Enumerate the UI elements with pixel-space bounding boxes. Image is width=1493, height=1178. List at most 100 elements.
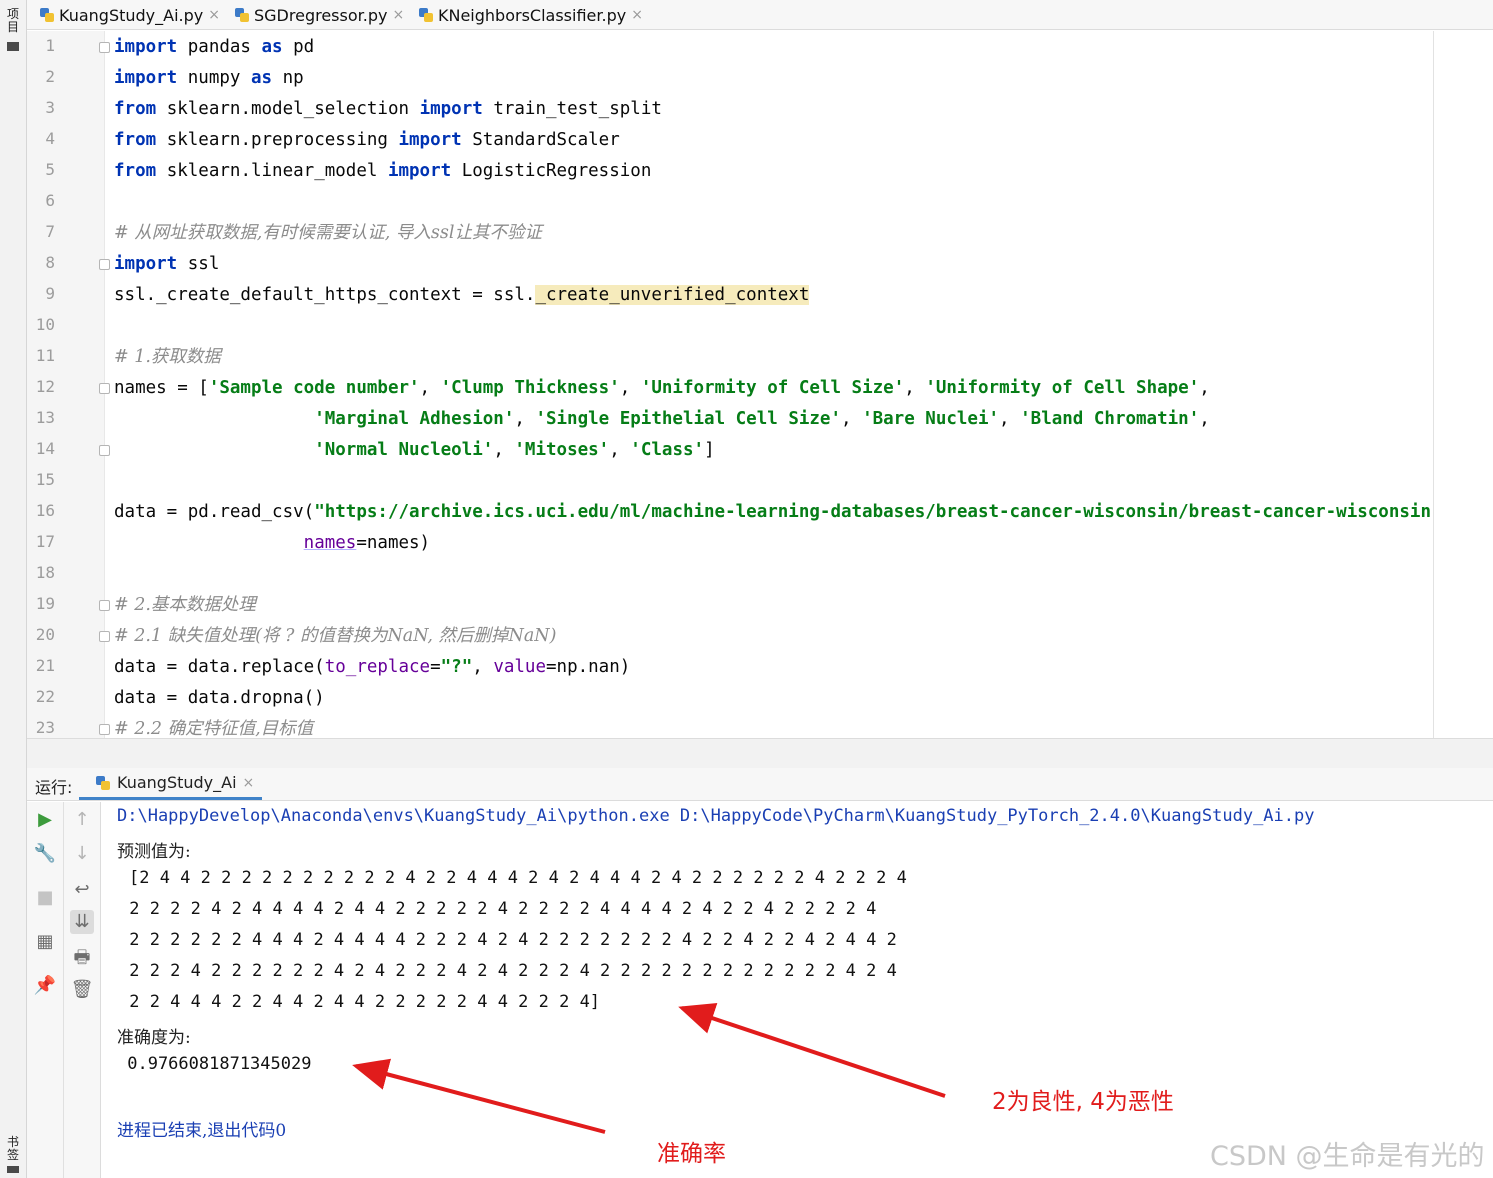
- run-label: 运行:: [35, 778, 73, 797]
- pin-icon[interactable]: 📌: [33, 974, 57, 998]
- right-margin-guide: [1433, 31, 1434, 738]
- code-line[interactable]: import numpy as np: [114, 67, 304, 89]
- code-comment[interactable]: # 2.1 缺失值处理(将 ? 的值替换为NaN, 然后删掉NaN): [114, 625, 556, 647]
- run-toolbar-primary: ▶ 🔧 ■ ▦ 📌: [27, 802, 64, 1178]
- code-comment[interactable]: # 1.获取数据: [114, 346, 221, 368]
- soft-wrap-icon[interactable]: ↩: [70, 878, 94, 902]
- code-line[interactable]: from sklearn.linear_model import Logisti…: [114, 160, 651, 182]
- string-literal: 'Uniformity of Cell Size': [640, 378, 905, 398]
- string-literal: 'Bland Chromatin': [1020, 409, 1200, 429]
- folder-icon[interactable]: [7, 42, 19, 51]
- code-text: numpy: [177, 68, 251, 88]
- trash-icon[interactable]: 🗑: [70, 978, 94, 1002]
- keyword: import: [114, 68, 178, 88]
- code-text: np: [272, 68, 304, 88]
- string-literal: "?": [440, 657, 473, 677]
- layout-icon[interactable]: ▦: [33, 930, 57, 954]
- close-icon[interactable]: ×: [392, 7, 404, 23]
- line-number-gutter: 1 2 3 4 5 6 7 8 9 10 11 12 13 14 15 16 1…: [27, 31, 110, 738]
- tab-sgdregressor[interactable]: SGDregressor.py ×: [234, 0, 404, 30]
- code-comment[interactable]: # 2.2 确定特征值,目标值: [114, 718, 313, 738]
- line-number: 1: [45, 36, 55, 55]
- tab-label: KuangStudy_Ai.py: [59, 5, 204, 25]
- close-icon[interactable]: ×: [208, 7, 220, 23]
- code-line[interactable]: 'Normal Nucleoli', 'Mitoses', 'Class']: [114, 439, 714, 461]
- fold-marker[interactable]: [99, 259, 110, 270]
- tab-kneighborsclassifier[interactable]: KNeighborsClassifier.py ×: [418, 0, 643, 30]
- highlighted-identifier: _create_unverified_context: [535, 285, 810, 305]
- code-text: ssl._create_default_https_context = ssl.: [114, 285, 536, 305]
- code-line[interactable]: import ssl: [114, 253, 219, 275]
- bookmarks-tool-label[interactable]: 书签: [5, 1136, 21, 1162]
- console-pred-row: 2 2 4 4 4 2 2 4 4 2 4 4 2 2 2 2 2 4 4 2 …: [119, 992, 601, 1012]
- console-pred-row: [2 4 4 2 2 2 2 2 2 2 2 2 2 4 2 2 4 4 4 2…: [129, 868, 907, 888]
- code-line[interactable]: names = ['Sample code number', 'Clump Th…: [114, 377, 1210, 399]
- line-number: 12: [35, 377, 55, 396]
- watermark: CSDN @生命是有光的: [1210, 1141, 1485, 1172]
- fold-marker[interactable]: [99, 631, 110, 642]
- code-text: sklearn.preprocessing: [156, 130, 399, 150]
- code-line[interactable]: from sklearn.model_selection import trai…: [114, 98, 662, 120]
- code-line[interactable]: import pandas as pd: [114, 36, 314, 58]
- line-number: 19: [35, 594, 55, 613]
- run-config-tab[interactable]: KuangStudy_Ai ×: [79, 768, 263, 800]
- close-icon[interactable]: ×: [631, 7, 643, 23]
- python-file-icon: [418, 7, 434, 23]
- code-text: pandas: [177, 37, 262, 57]
- string-literal: 'Marginal Adhesion': [314, 409, 515, 429]
- code-comment[interactable]: # 从网址获取数据,有时候需要认证, 导入ssl让其不验证: [114, 222, 542, 244]
- code-editor[interactable]: 1 2 3 4 5 6 7 8 9 10 11 12 13 14 15 16 1…: [27, 31, 1493, 738]
- keyword: from: [114, 99, 157, 119]
- code-line[interactable]: from sklearn.preprocessing import Standa…: [114, 129, 620, 151]
- fold-marker[interactable]: [99, 383, 110, 394]
- stop-icon[interactable]: ■: [33, 886, 57, 910]
- editor-tab-bar: KuangStudy_Ai.py × SGDregressor.py × KNe…: [27, 0, 1493, 30]
- code-text: pd: [282, 37, 315, 57]
- code-line[interactable]: ssl._create_default_https_context = ssl.…: [114, 284, 810, 306]
- fold-marker[interactable]: [99, 42, 110, 53]
- fold-marker[interactable]: [99, 445, 110, 456]
- code-line[interactable]: data = pd.read_csv("https://archive.ics.…: [114, 501, 1431, 523]
- fold-marker[interactable]: [99, 600, 110, 611]
- scroll-to-end-icon[interactable]: ⇊: [70, 910, 94, 934]
- string-literal: 'Class': [630, 440, 705, 460]
- print-icon[interactable]: 🖶: [70, 946, 94, 970]
- keyword: import: [114, 254, 178, 274]
- code-line[interactable]: data = data.replace(to_replace="?", valu…: [114, 656, 630, 678]
- project-tool-label[interactable]: 项目: [5, 8, 21, 34]
- close-icon[interactable]: ×: [243, 775, 255, 791]
- code-line[interactable]: names=names): [114, 532, 430, 554]
- code-text: data = data.replace(: [114, 657, 325, 677]
- parameter-name: names: [303, 533, 357, 553]
- console-command: D:\HappyDevelop\Anaconda\envs\KuangStudy…: [117, 806, 1315, 826]
- wrench-icon[interactable]: 🔧: [33, 842, 57, 866]
- run-tool-window-header: 运行: KuangStudy_Ai ×: [27, 768, 1493, 801]
- panel-splitter[interactable]: [27, 738, 1493, 768]
- console-acc-value: 0.9766081871345029: [117, 1054, 312, 1074]
- run-console[interactable]: D:\HappyDevelop\Anaconda\envs\KuangStudy…: [101, 802, 1493, 1178]
- line-number: 3: [45, 98, 55, 117]
- parameter-name: value: [493, 657, 546, 677]
- keyword: from: [114, 130, 157, 150]
- code-comment[interactable]: # 2.基本数据处理: [114, 594, 256, 616]
- code-text: sklearn.model_selection: [156, 99, 420, 119]
- line-number: 10: [35, 315, 55, 334]
- python-file-icon: [39, 7, 55, 23]
- tab-kuangstudy-ai[interactable]: KuangStudy_Ai.py ×: [39, 0, 220, 30]
- line-number: 17: [35, 532, 55, 551]
- parameter-name: to_replace: [324, 657, 431, 677]
- arrow-up-icon[interactable]: ↑: [70, 808, 94, 832]
- fold-marker[interactable]: [99, 724, 110, 735]
- arrow-down-icon[interactable]: ↓: [70, 842, 94, 866]
- code-line[interactable]: 'Marginal Adhesion', 'Single Epithelial …: [114, 408, 1210, 430]
- line-number: 20: [35, 625, 55, 644]
- code-line[interactable]: data = data.dropna(): [114, 687, 325, 709]
- line-number: 22: [35, 687, 55, 706]
- line-number: 21: [35, 656, 55, 675]
- bookmark-icon[interactable]: [7, 1166, 19, 1173]
- keyword: import: [419, 99, 483, 119]
- line-number: 18: [35, 563, 55, 582]
- rerun-icon[interactable]: ▶: [33, 808, 57, 832]
